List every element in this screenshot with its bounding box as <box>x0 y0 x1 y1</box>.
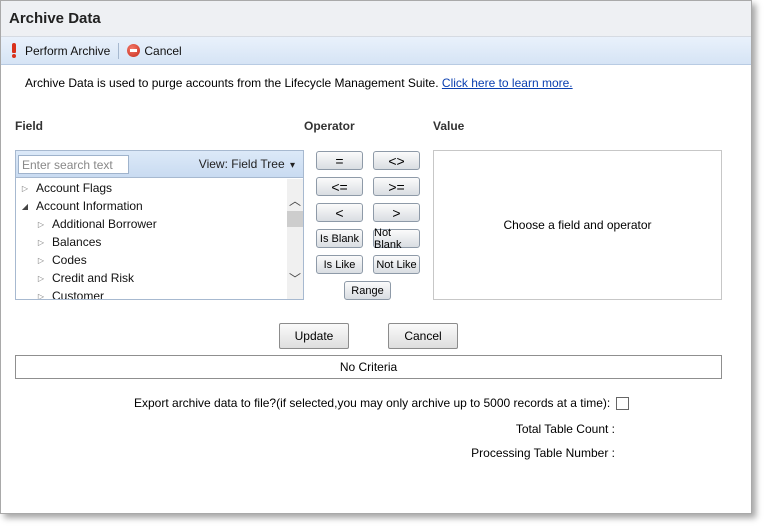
less-or-equal-operator-button[interactable]: <= <box>316 177 363 196</box>
scroll-up-icon[interactable]: ︿ <box>289 192 301 209</box>
intro-text: Archive Data is used to purge accounts f… <box>25 76 573 90</box>
search-input[interactable] <box>18 155 129 174</box>
scroll-down-icon[interactable]: ﹀ <box>289 270 301 287</box>
tree-item-label: Credit and Risk <box>52 271 135 285</box>
tree-item-credit-and-risk[interactable]: ▷ Credit and Risk <box>16 269 288 287</box>
field-tree-panel: View: Field Tree ▾ ▷ Account Flags ◢ Acc… <box>15 150 304 300</box>
tree-item-label: Balances <box>52 235 102 249</box>
processing-table-number-label: Processing Table Number : <box>471 446 615 460</box>
export-checkbox[interactable] <box>616 396 630 410</box>
expand-arrow-icon[interactable]: ▷ <box>34 256 48 265</box>
perform-archive-button[interactable]: Perform Archive <box>10 43 110 58</box>
collapse-arrow-icon[interactable]: ◢ <box>18 202 32 211</box>
not-like-operator-button[interactable]: Not Like <box>373 255 420 274</box>
update-button[interactable]: Update <box>279 323 349 349</box>
expand-arrow-icon[interactable]: ▷ <box>34 220 48 229</box>
greater-than-operator-button[interactable]: > <box>373 203 420 222</box>
criteria-box: No Criteria <box>15 355 722 379</box>
operator-heading: Operator <box>304 119 355 133</box>
export-row: Export archive data to file?(if selected… <box>134 396 630 410</box>
tree-item-label: Additional Borrower <box>52 217 157 231</box>
toolbar-separator <box>118 42 120 59</box>
intro-description: Archive Data is used to purge accounts f… <box>25 76 439 90</box>
tree-item-label: Account Flags <box>36 181 113 195</box>
field-heading: Field <box>15 119 44 133</box>
tree-item-label: Account Information <box>36 199 143 213</box>
tree-item-codes[interactable]: ▷ Codes <box>16 251 288 269</box>
expand-arrow-icon[interactable]: ▷ <box>34 292 48 300</box>
total-table-count-label: Total Table Count : <box>515 422 615 436</box>
less-than-operator-button[interactable]: < <box>316 203 363 222</box>
value-placeholder-message: Choose a field and operator <box>503 218 652 232</box>
tree-item-customer[interactable]: ▷ Customer <box>16 287 288 300</box>
chevron-down-icon: ▾ <box>289 160 295 171</box>
value-panel: Choose a field and operator <box>433 150 722 300</box>
export-label: Export archive data to file?(if selected… <box>134 396 611 410</box>
expand-arrow-icon[interactable]: ▷ <box>34 274 48 283</box>
toolbar: Perform Archive Cancel <box>1 37 751 65</box>
field-tree-header: View: Field Tree ▾ <box>16 151 303 178</box>
cancel-circle-icon <box>127 44 141 57</box>
scrollbar-thumb[interactable] <box>287 211 303 227</box>
perform-archive-label: Perform Archive <box>25 43 111 58</box>
criteria-text: No Criteria <box>339 360 398 374</box>
range-operator-button[interactable]: Range <box>344 281 391 300</box>
is-blank-operator-button[interactable]: Is Blank <box>316 229 363 248</box>
cancel-button[interactable]: Cancel <box>388 323 458 349</box>
tree-scrollbar[interactable]: ︿ ﹀ <box>287 179 303 299</box>
window-title: Archive Data <box>1 1 751 37</box>
equals-operator-button[interactable]: = <box>316 151 363 170</box>
tree-item-account-information[interactable]: ◢ Account Information <box>16 197 288 215</box>
tree-item-additional-borrower[interactable]: ▷ Additional Borrower <box>16 215 288 233</box>
toolbar-cancel-label: Cancel <box>144 43 182 58</box>
learn-more-link[interactable]: Click here to learn more. <box>442 76 573 90</box>
expand-arrow-icon[interactable]: ▷ <box>18 184 32 193</box>
view-dropdown-label: View: Field Tree <box>198 157 285 171</box>
greater-or-equal-operator-button[interactable]: >= <box>373 177 420 196</box>
value-heading: Value <box>433 119 465 133</box>
tree-item-account-flags[interactable]: ▷ Account Flags <box>16 179 288 197</box>
exclamation-icon <box>10 43 18 58</box>
tree-item-label: Customer <box>52 289 105 300</box>
not-blank-operator-button[interactable]: Not Blank <box>373 227 420 251</box>
expand-arrow-icon[interactable]: ▷ <box>34 238 48 247</box>
view-dropdown[interactable]: View: Field Tree ▾ <box>199 157 295 171</box>
is-like-operator-button[interactable]: Is Like <box>316 255 363 274</box>
toolbar-cancel-button[interactable]: Cancel <box>127 43 182 58</box>
tree-item-balances[interactable]: ▷ Balances <box>16 233 288 251</box>
tree-item-label: Codes <box>52 253 87 267</box>
field-tree-list: ▷ Account Flags ◢ Account Information ▷ … <box>16 179 288 300</box>
not-equals-operator-button[interactable]: <> <box>373 151 420 170</box>
